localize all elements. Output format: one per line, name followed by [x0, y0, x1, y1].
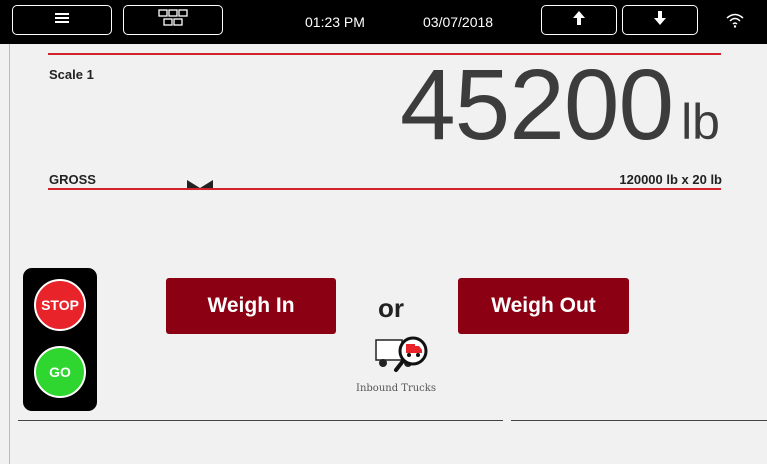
traffic-light[interactable]: STOP GO: [23, 268, 97, 411]
weight-value: 45200: [400, 49, 674, 161]
top-bar: 01:23 PM 03/07/2018: [0, 0, 767, 44]
grid-icon: [158, 8, 188, 32]
truck-search-icon: [356, 336, 436, 380]
inbound-trucks-button[interactable]: Inbound Trucks: [340, 330, 452, 394]
menu-button[interactable]: [12, 5, 112, 35]
weigh-out-label: Weigh Out: [491, 294, 596, 317]
hamburger-icon: [55, 11, 69, 29]
bottom-divider-left: [18, 420, 503, 421]
arrow-up-icon: [573, 10, 585, 30]
weight-unit: lb: [681, 94, 720, 150]
weigh-in-button[interactable]: Weigh In: [166, 278, 336, 334]
weight-bottom-divider: [48, 188, 721, 190]
stop-light[interactable]: STOP: [34, 279, 86, 331]
scale-name: Scale 1: [49, 67, 94, 82]
inbound-trucks-label: Inbound Trucks: [356, 383, 436, 394]
wifi-icon: [726, 12, 744, 33]
arrow-down-icon: [654, 10, 666, 30]
scales-view-button[interactable]: [123, 5, 223, 35]
left-edge-line: [9, 44, 10, 464]
scroll-up-button[interactable]: [541, 5, 617, 35]
bottom-divider-right: [511, 420, 767, 421]
clock-time: 01:23 PM: [305, 14, 365, 30]
center-of-zero-icon: [187, 175, 213, 193]
stop-label: STOP: [41, 297, 79, 313]
weigh-mode: GROSS: [49, 172, 96, 187]
weight-display: 45200 lb: [400, 55, 720, 155]
weigh-in-label: Weigh In: [207, 294, 295, 317]
clock-date: 03/07/2018: [423, 14, 494, 30]
or-text: or: [378, 293, 404, 323]
scroll-down-button[interactable]: [622, 5, 698, 35]
go-light[interactable]: GO: [34, 346, 86, 398]
go-label: GO: [49, 364, 71, 380]
weigh-out-button[interactable]: Weigh Out: [458, 278, 629, 334]
scale-capacity: 120000 lb x 20 lb: [619, 172, 722, 187]
